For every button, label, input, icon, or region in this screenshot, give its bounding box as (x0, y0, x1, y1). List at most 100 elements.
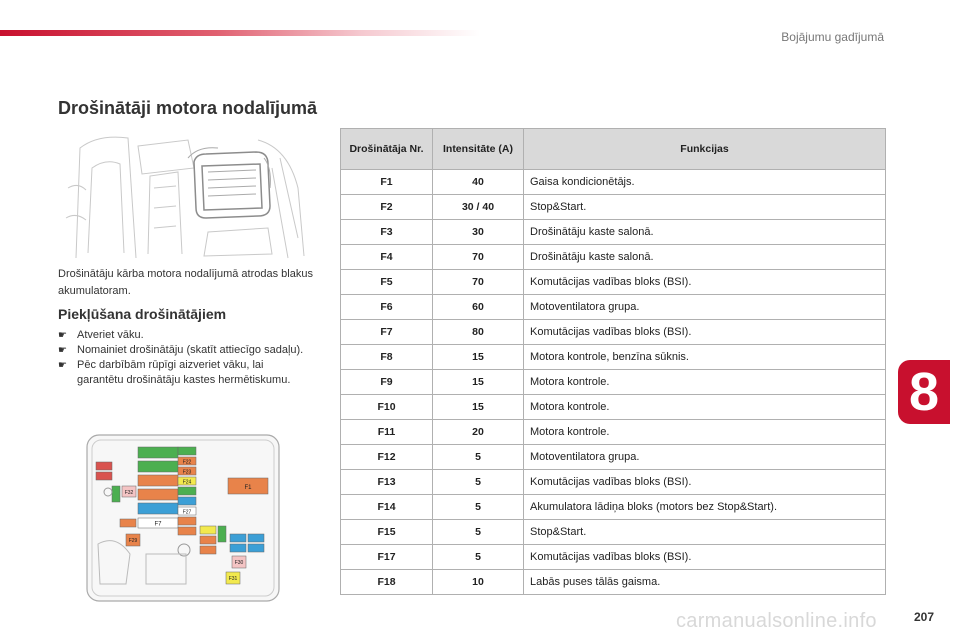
fuse-function: Komutācijas vadības bloks (BSI). (523, 469, 886, 495)
fuse-function: Motora kontrole. (523, 394, 886, 420)
fuse-label: F24 (183, 480, 192, 486)
fuse-amperage: 5 (432, 444, 524, 470)
fuse-orange (137, 474, 179, 487)
fuse-function: Motora kontrole. (523, 419, 886, 445)
fuse-number: F11 (340, 419, 433, 445)
fuse-number: F7 (340, 319, 433, 345)
fuse-label: F29 (129, 538, 138, 544)
list-item: ☛ Pēc darbībām rūpīgi aizveriet vāku, lai… (58, 358, 308, 388)
fuse-amperage: 70 (432, 269, 524, 295)
table-row: F15 5 Stop&Start. (340, 519, 886, 545)
access-steps: ☛ Atveriet vāku. ☛ Nomainiet drošinātāju (… (58, 328, 308, 388)
fuse-number: F6 (340, 294, 433, 320)
fuse-green (137, 446, 179, 459)
fuse-label: F32 (125, 490, 134, 496)
fuse-label: F31 (229, 576, 238, 582)
fuse-amperage: 5 (432, 544, 524, 570)
fuse-number: F17 (340, 544, 433, 570)
arrow-bullet-icon: ☛ (58, 330, 67, 341)
column-header-functions: Funkcijas (523, 128, 886, 170)
access-heading: Piekļūšana drošinātājiem (58, 306, 227, 322)
fuse-number: F13 (340, 469, 433, 495)
list-item: ☛ Nomainiet drošinātāju (skatīt attiecīgo… (58, 343, 308, 358)
fuse-function: Labās puses tālās gaisma. (523, 569, 886, 595)
engine-compartment-illustration (65, 136, 305, 259)
fuse-function: Motoventilatora grupa. (523, 294, 886, 320)
chapter-number: 8 (908, 362, 940, 422)
fuse-amperage: 5 (432, 469, 524, 495)
fuse-number: F3 (340, 219, 433, 245)
table-row: F9 15 Motora kontrole. (340, 369, 886, 395)
table-row: F8 15 Motora kontrole, benzīna sūknis. (340, 344, 886, 370)
fuse-label: F22 (183, 460, 192, 466)
fuse-box-diagram: F22 F23 F24 F27 F32 F1 F7 F29 F30 F31 (86, 434, 280, 602)
fuse-function: Drošinātāju kaste salonā. (523, 219, 886, 245)
fuse-amperage: 15 (432, 394, 524, 420)
page-title: Drošinātāji motora nodalījumā (58, 98, 318, 118)
table-row: F18 10 Labās puses tālās gaisma. (340, 569, 886, 595)
fuse-amperage: 30 / 40 (432, 194, 524, 220)
column-header-fuse-no: Drošinātāja Nr. (340, 128, 433, 170)
fuse-function: Drošinātāju kaste salonā. (523, 244, 886, 270)
fuse-number: F9 (340, 369, 433, 395)
fuse-label: F23 (183, 470, 192, 476)
fuse-label: F1 (244, 485, 252, 491)
fuse-number: F5 (340, 269, 433, 295)
table-row: F11 20 Motora kontrole. (340, 419, 886, 445)
step-text: Nomainiet drošinātāju (skatīt attiecīgo … (77, 344, 304, 356)
fuse-label: F27 (183, 510, 192, 516)
table-row: F14 5 Akumulatora lādiņa bloks (motors bez… (340, 494, 886, 520)
fuse-number: F12 (340, 444, 433, 470)
step-text: Pēc darbībām rūpīgi aizveriet vāku, lai … (77, 359, 291, 386)
table-row: F2 30 / 40 Stop&Start. (340, 194, 886, 220)
fuse-number: F18 (340, 569, 433, 595)
fuse-amperage: 80 (432, 319, 524, 345)
fuse-function: Komutācijas vadības bloks (BSI). (523, 319, 886, 345)
fuse-blue (137, 502, 179, 515)
fuse-amperage: 10 (432, 569, 524, 595)
fuse-number: F1 (340, 169, 433, 195)
table-row: F1 40 Gaisa kondicionētājs. (340, 169, 886, 195)
table-row: F12 5 Motoventilatora grupa. (340, 444, 886, 470)
table-row: F13 5 Komutācijas vadības bloks (BSI). (340, 469, 886, 495)
table-row: F6 60 Motoventilatora grupa. (340, 294, 886, 320)
fuse-function: Komutācijas vadības bloks (BSI). (523, 269, 886, 295)
section-title: Bojājumu gadījumā (781, 30, 884, 44)
header-accent-bar (0, 30, 480, 36)
fuse-function: Komutācijas vadības bloks (BSI). (523, 544, 886, 570)
fuse-number: F8 (340, 344, 433, 370)
fuse-amperage: 30 (432, 219, 524, 245)
table-row: F4 70 Drošinātāju kaste salonā. (340, 244, 886, 270)
arrow-bullet-icon: ☛ (58, 345, 67, 356)
fuse-function: Motora kontrole, benzīna sūknis. (523, 344, 886, 370)
table-row: F10 15 Motora kontrole. (340, 394, 886, 420)
fuse-amperage: 40 (432, 169, 524, 195)
fuse-number: F2 (340, 194, 433, 220)
fuse-function: Stop&Start. (523, 519, 886, 545)
chapter-tab: 8 (898, 360, 950, 424)
fuse-amperage: 70 (432, 244, 524, 270)
fuse-label: F7 (154, 522, 162, 528)
fuse-number: F4 (340, 244, 433, 270)
table-row: F3 30 Drošinātāju kaste salonā. (340, 219, 886, 245)
fuse-box-location-text: Drošinātāju kārba motora nodalījumā atro… (58, 268, 313, 297)
table-row: F7 80 Komutācijas vadības bloks (BSI). (340, 319, 886, 345)
column-header-amperage: Intensitāte (A) (432, 128, 524, 170)
fuse-amperage: 15 (432, 369, 524, 395)
fuse-amperage: 60 (432, 294, 524, 320)
table-row: F17 5 Komutācijas vadības bloks (BSI). (340, 544, 886, 570)
arrow-bullet-icon: ☛ (58, 360, 67, 371)
fuse-function: Stop&Start. (523, 194, 886, 220)
fuse-orange (137, 488, 179, 501)
fuse-label: F30 (235, 560, 244, 566)
list-item: ☛ Atveriet vāku. (58, 328, 308, 343)
fuse-number: F14 (340, 494, 433, 520)
fuse-function: Motoventilatora grupa. (523, 444, 886, 470)
fuse-table: Drošinātāja Nr. Intensitāte (A) Funkcija… (340, 128, 886, 595)
fuse-amperage: 15 (432, 344, 524, 370)
fuse-amperage: 5 (432, 494, 524, 520)
table-row: F5 70 Komutācijas vadības bloks (BSI). (340, 269, 886, 295)
fuse-amperage: 20 (432, 419, 524, 445)
fuse-number: F10 (340, 394, 433, 420)
table-header-row: Drošinātāja Nr. Intensitāte (A) Funkcija… (340, 128, 886, 170)
